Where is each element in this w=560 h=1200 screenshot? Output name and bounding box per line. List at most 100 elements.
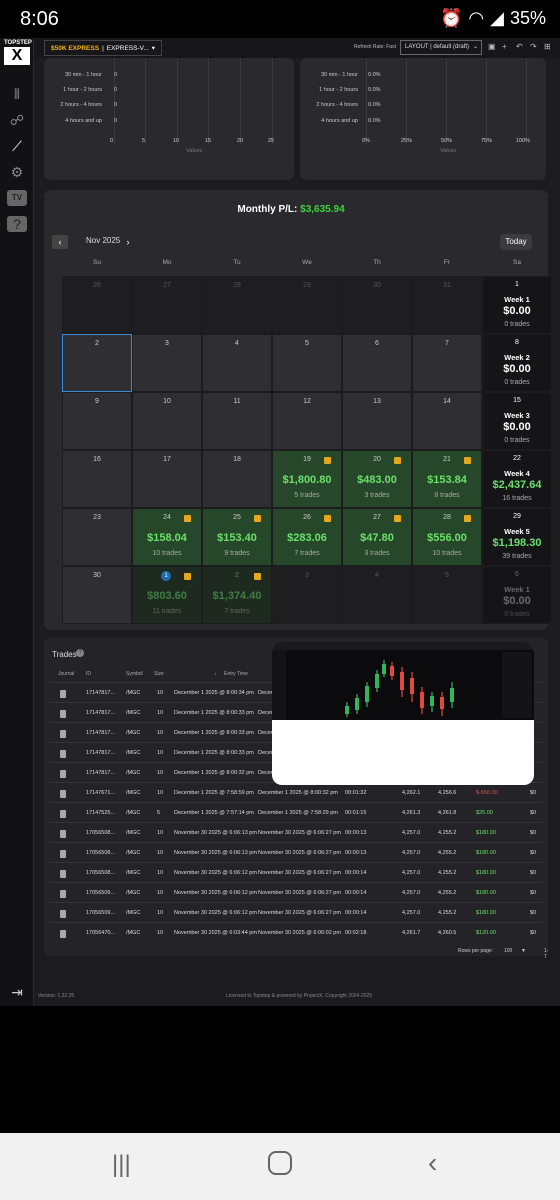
journal-icon[interactable] <box>60 910 66 918</box>
calendar-day[interactable]: 28 <box>202 276 272 334</box>
calendar-day[interactable]: 26 <box>62 276 132 334</box>
back-button[interactable]: ‹ <box>428 1147 437 1179</box>
calendar-day[interactable]: 7 <box>412 334 482 392</box>
week-summary[interactable]: 15 Week 3 $0.00 0 trades <box>482 392 552 450</box>
calendar-day[interactable]: 5 <box>412 566 482 624</box>
table-row[interactable]: 17056508... /MGC 10 November 30 2025 @ 6:06… <box>50 822 542 842</box>
layout-select[interactable]: LAYOUT | default (draft) ⌄ <box>400 40 482 55</box>
calendar-day[interactable]: 30 <box>342 276 412 334</box>
column-header[interactable]: Entry Time <box>224 671 248 677</box>
journal-note-icon[interactable] <box>184 515 191 522</box>
calendar-day[interactable]: 14 <box>412 392 482 450</box>
week-summary[interactable]: 22 Week 4 $2,437.64 16 trades <box>482 450 552 508</box>
save-icon[interactable]: ▣ <box>488 42 496 51</box>
table-row[interactable]: 17056509... /MGC 10 November 30 2025 @ 6:06… <box>50 902 542 922</box>
undo-icon[interactable]: ↶ <box>516 42 523 51</box>
calendar-day[interactable]: 31 <box>412 276 482 334</box>
calendar-day[interactable]: 18 <box>202 450 272 508</box>
help-icon[interactable]: ? <box>7 216 27 232</box>
journal-icon[interactable] <box>60 750 66 758</box>
today-button[interactable]: Today <box>500 234 532 250</box>
next-month-button[interactable]: › <box>120 235 136 249</box>
calendar-day[interactable]: 10 <box>132 392 202 450</box>
calendar-day[interactable]: 30 <box>62 566 132 624</box>
table-row[interactable]: 17056508... /MGC 10 November 30 2025 @ 6:06… <box>50 842 542 862</box>
grid-icon[interactable]: ⊞ <box>544 42 551 51</box>
journal-icon[interactable] <box>60 930 66 938</box>
recent-apps-button[interactable]: ||| <box>112 1151 131 1179</box>
journal-icon[interactable] <box>60 790 66 798</box>
calendar-day[interactable]: 12 <box>272 392 342 450</box>
table-row[interactable]: 17147671... /MGC 10 December 1 2025 @ 7:58:… <box>50 782 542 802</box>
week-summary[interactable]: 29 Week 5 $1,198.30 39 trades <box>482 508 552 566</box>
calendar-day[interactable]: 2 $1,374.40 7 trades <box>202 566 272 624</box>
calendar-day[interactable]: 2 <box>62 334 132 392</box>
journal-note-icon[interactable] <box>464 457 471 464</box>
journal-note-icon[interactable] <box>394 515 401 522</box>
column-header[interactable]: Size <box>154 671 164 677</box>
tv-icon[interactable]: TV <box>7 190 27 206</box>
calendar-day[interactable]: 27 <box>132 276 202 334</box>
account-selector[interactable]: $50K EXPRESS | EXPRESS-V... ▾ <box>44 40 163 56</box>
redo-icon[interactable]: ↷ <box>530 42 537 51</box>
calendar-day[interactable]: 16 <box>62 450 132 508</box>
logout-icon[interactable]: ⇥ <box>7 984 27 1000</box>
week-summary[interactable]: 1 Week 1 $0.00 0 trades <box>482 276 552 334</box>
calendar-day[interactable]: 3 <box>132 334 202 392</box>
journal-icon[interactable] <box>60 870 66 878</box>
journal-icon[interactable] <box>60 730 66 738</box>
journal-note-icon[interactable] <box>394 457 401 464</box>
calendar-day[interactable]: 4 <box>202 334 272 392</box>
journal-note-icon[interactable] <box>324 457 331 464</box>
journal-note-icon[interactable] <box>464 515 471 522</box>
add-icon[interactable]: + <box>502 42 507 51</box>
journal-note-icon[interactable] <box>184 573 191 580</box>
calendar-day[interactable]: 13 <box>342 392 412 450</box>
journal-icon[interactable] <box>60 710 66 718</box>
journal-note-icon[interactable] <box>254 515 261 522</box>
journal-note-icon[interactable] <box>324 515 331 522</box>
journal-icon[interactable] <box>60 810 66 818</box>
floating-chart-preview[interactable] <box>272 642 534 785</box>
table-row[interactable]: 17056508... /MGC 10 November 30 2025 @ 6:06… <box>50 862 542 882</box>
calendar-day[interactable]: 21 $153.84 8 trades <box>412 450 482 508</box>
home-button[interactable] <box>268 1151 292 1175</box>
table-row[interactable]: 17056509... /MGC 10 November 30 2025 @ 6:06… <box>50 882 542 902</box>
journal-note-icon[interactable] <box>254 573 261 580</box>
calendar-day[interactable]: 11$803.6011 trades <box>132 566 202 624</box>
calendar-day[interactable]: 25 $153.40 9 trades <box>202 508 272 566</box>
calendar-day[interactable]: 28 $556.00 10 trades <box>412 508 482 566</box>
prev-month-button[interactable]: ‹ <box>52 235 68 249</box>
calendar-day[interactable]: 24 $158.04 10 trades <box>132 508 202 566</box>
performance-icon[interactable]: ⟋ <box>7 138 27 154</box>
calendar-day[interactable]: 6 <box>342 334 412 392</box>
calendar-day[interactable]: 19 $1,800.80 5 trades <box>272 450 342 508</box>
topstep-logo[interactable]: TOPSTEP X <box>4 40 32 72</box>
journal-icon[interactable] <box>60 830 66 838</box>
gear-icon[interactable]: ⚙ <box>7 164 27 180</box>
calendar-day[interactable]: 17 <box>132 450 202 508</box>
calendar-day[interactable]: 23 <box>62 508 132 566</box>
column-header[interactable]: Symbol <box>126 671 143 677</box>
calendar-day[interactable]: 5 <box>272 334 342 392</box>
calendar-day[interactable]: 9 <box>62 392 132 450</box>
calendar-day[interactable]: 29 <box>272 276 342 334</box>
journal-icon[interactable] <box>60 690 66 698</box>
community-icon[interactable]: ☍ <box>7 112 27 128</box>
journal-icon[interactable] <box>60 770 66 778</box>
journal-icon[interactable] <box>60 890 66 898</box>
calendar-day[interactable]: 27 $47.80 3 trades <box>342 508 412 566</box>
info-icon[interactable]: ? <box>76 649 84 657</box>
calendar-day[interactable]: 26 $283.06 7 trades <box>272 508 342 566</box>
refresh-rate[interactable]: Refresh Rate: Fast <box>354 44 396 50</box>
calendar-day[interactable]: 20 $483.00 3 trades <box>342 450 412 508</box>
chart-candles-icon[interactable]: ⫴ <box>7 86 27 102</box>
column-header[interactable]: ID <box>86 671 91 677</box>
rows-per-page-select[interactable]: 100 <box>504 948 512 954</box>
table-row[interactable]: 17056470... /MGC 10 November 30 2025 @ 6:03… <box>50 922 542 942</box>
calendar-day[interactable]: 11 <box>202 392 272 450</box>
week-summary[interactable]: 6 Week 1 $0.00 0 trades <box>482 566 552 624</box>
week-summary[interactable]: 8 Week 2 $0.00 0 trades <box>482 334 552 392</box>
table-row[interactable]: 17147525... /MGC 5 December 1 2025 @ 7:57:1… <box>50 802 542 822</box>
calendar-day[interactable]: 4 <box>342 566 412 624</box>
